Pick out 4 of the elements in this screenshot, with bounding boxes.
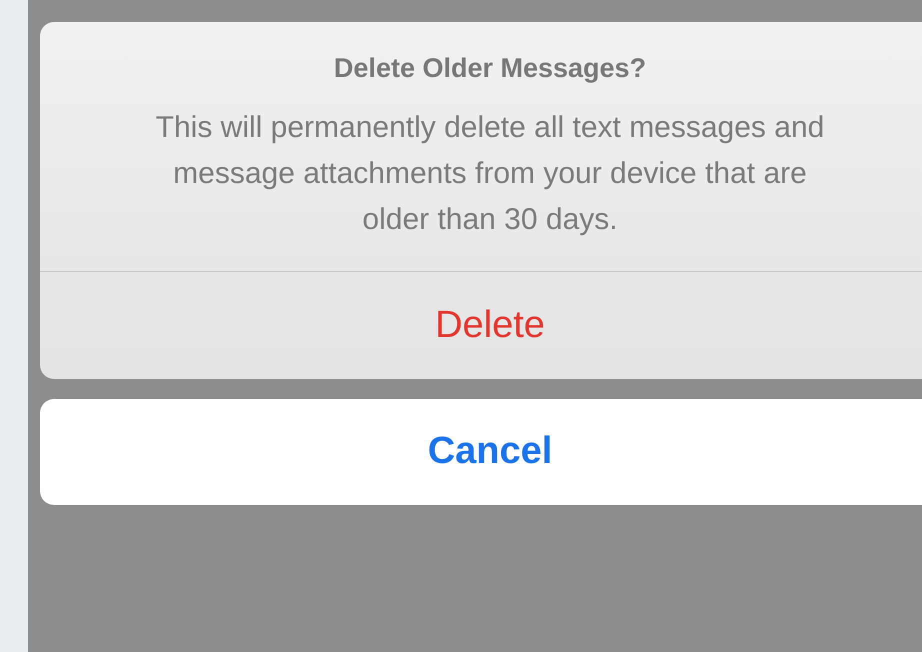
cancel-button[interactable]: Cancel xyxy=(40,398,922,504)
alert-title: Delete Older Messages? xyxy=(334,52,646,85)
delete-button[interactable]: Delete xyxy=(40,270,922,378)
alert-message: This will permanently delete all text messages and message attachments from your device that are older than 30 days. xyxy=(154,110,826,238)
